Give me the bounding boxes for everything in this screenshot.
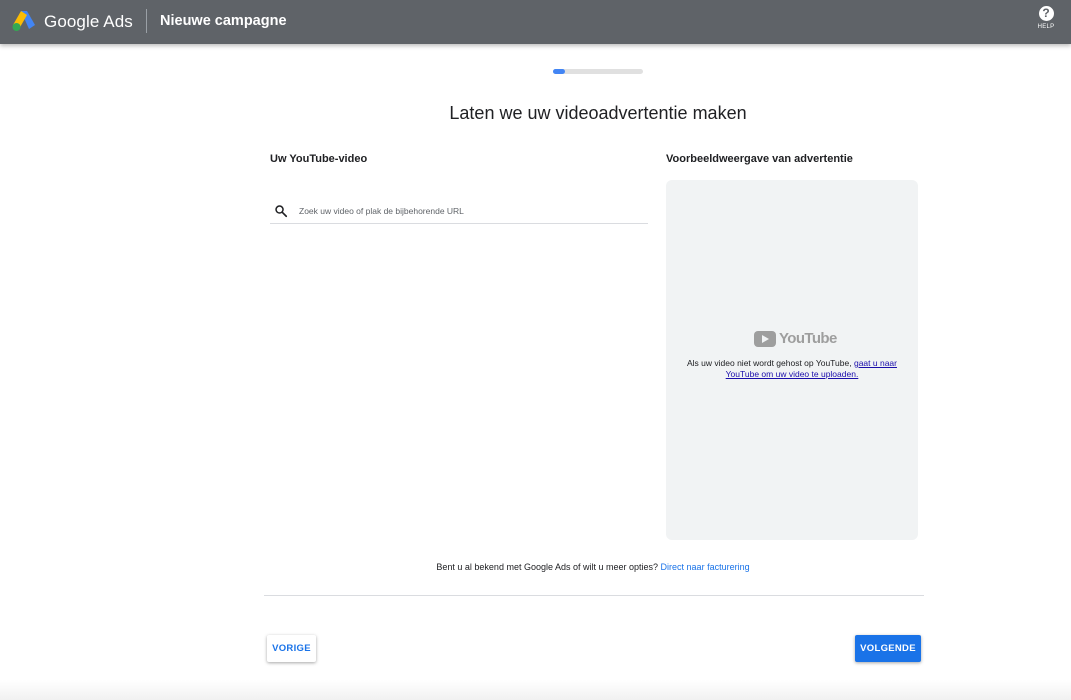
bottom-edge	[0, 680, 1071, 700]
page-title: Nieuwe campagne	[160, 13, 287, 29]
help-icon: ?	[1038, 6, 1054, 21]
preview-message: Als uw video niet wordt gehost op YouTub…	[666, 358, 918, 380]
top-app-bar: Google Ads Nieuwe campagne ? HELP	[0, 0, 1071, 44]
billing-prompt-text: Bent u al bekend met Google Ads of wilt …	[436, 562, 659, 572]
progress-bar	[553, 69, 643, 74]
search-input[interactable]	[299, 204, 639, 218]
youtube-play-icon	[754, 331, 776, 347]
help-button[interactable]: ? HELP	[1035, 6, 1057, 30]
billing-prompt: Bent u al bekend met Google Ads of wilt …	[0, 562, 1071, 572]
ad-preview-section-title: Voorbeeldweergave van advertentie	[666, 153, 853, 165]
progress-bar-fill	[553, 69, 565, 74]
google-ads-logo-icon[interactable]	[12, 10, 36, 32]
help-label: HELP	[1037, 24, 1055, 30]
youtube-video-section-title: Uw YouTube-video	[270, 153, 368, 165]
search-icon	[275, 205, 288, 218]
youtube-wordmark: YouTube	[779, 330, 837, 347]
ad-preview-panel: YouTube Als uw video niet wordt gehost o…	[666, 180, 918, 540]
direct-to-billing-link[interactable]: Direct naar facturering	[661, 562, 750, 572]
preview-message-text: Als uw video niet wordt gehost op YouTub…	[687, 358, 854, 368]
footer-divider	[264, 595, 924, 596]
brand-name: Google Ads	[44, 12, 133, 31]
previous-button[interactable]: VORIGE	[267, 635, 316, 662]
page-heading: Laten we uw videoadvertentie maken	[449, 103, 747, 123]
video-search-field[interactable]	[270, 200, 648, 224]
header-divider	[146, 9, 147, 33]
next-button[interactable]: VOLGENDE	[855, 635, 921, 662]
